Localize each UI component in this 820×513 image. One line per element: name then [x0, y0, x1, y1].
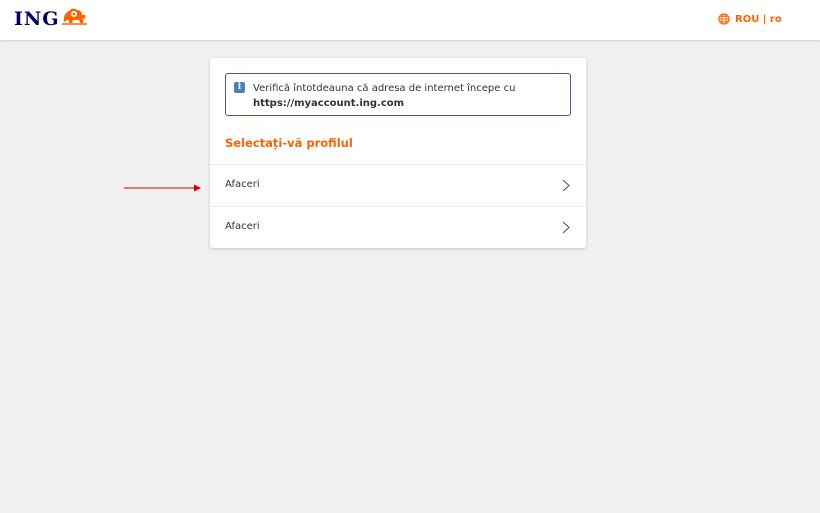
profile-item-afaceri-1[interactable]: Afaceri	[210, 164, 586, 206]
info-icon: i	[234, 82, 245, 93]
lion-icon	[61, 6, 89, 30]
globe-icon	[718, 13, 730, 25]
profile-title: Selectați-vă profilul	[225, 136, 353, 150]
annotation-arrow-icon	[124, 184, 201, 192]
profile-card: i Verifică întotdeauna că adresa de inte…	[210, 58, 586, 248]
profile-item-afaceri-2[interactable]: Afaceri	[210, 206, 586, 248]
notice-url: https://myaccount.ing.com	[253, 98, 405, 109]
ing-logo[interactable]: ING	[14, 8, 89, 30]
top-header: ING ROU | ro	[0, 0, 820, 41]
logo-text: ING	[14, 8, 60, 30]
profile-item-label: Afaceri	[225, 179, 260, 190]
profile-item-label: Afaceri	[225, 221, 260, 232]
chevron-right-icon	[562, 179, 570, 192]
chevron-right-icon	[562, 221, 570, 234]
notice-message: Verifică întotdeauna că adresa de intern…	[253, 83, 516, 94]
language-selector[interactable]: ROU | ro	[718, 13, 782, 25]
notice-text: Verifică întotdeauna că adresa de intern…	[253, 81, 515, 111]
language-label: ROU | ro	[735, 13, 782, 25]
security-notice: i Verifică întotdeauna că adresa de inte…	[225, 73, 571, 116]
